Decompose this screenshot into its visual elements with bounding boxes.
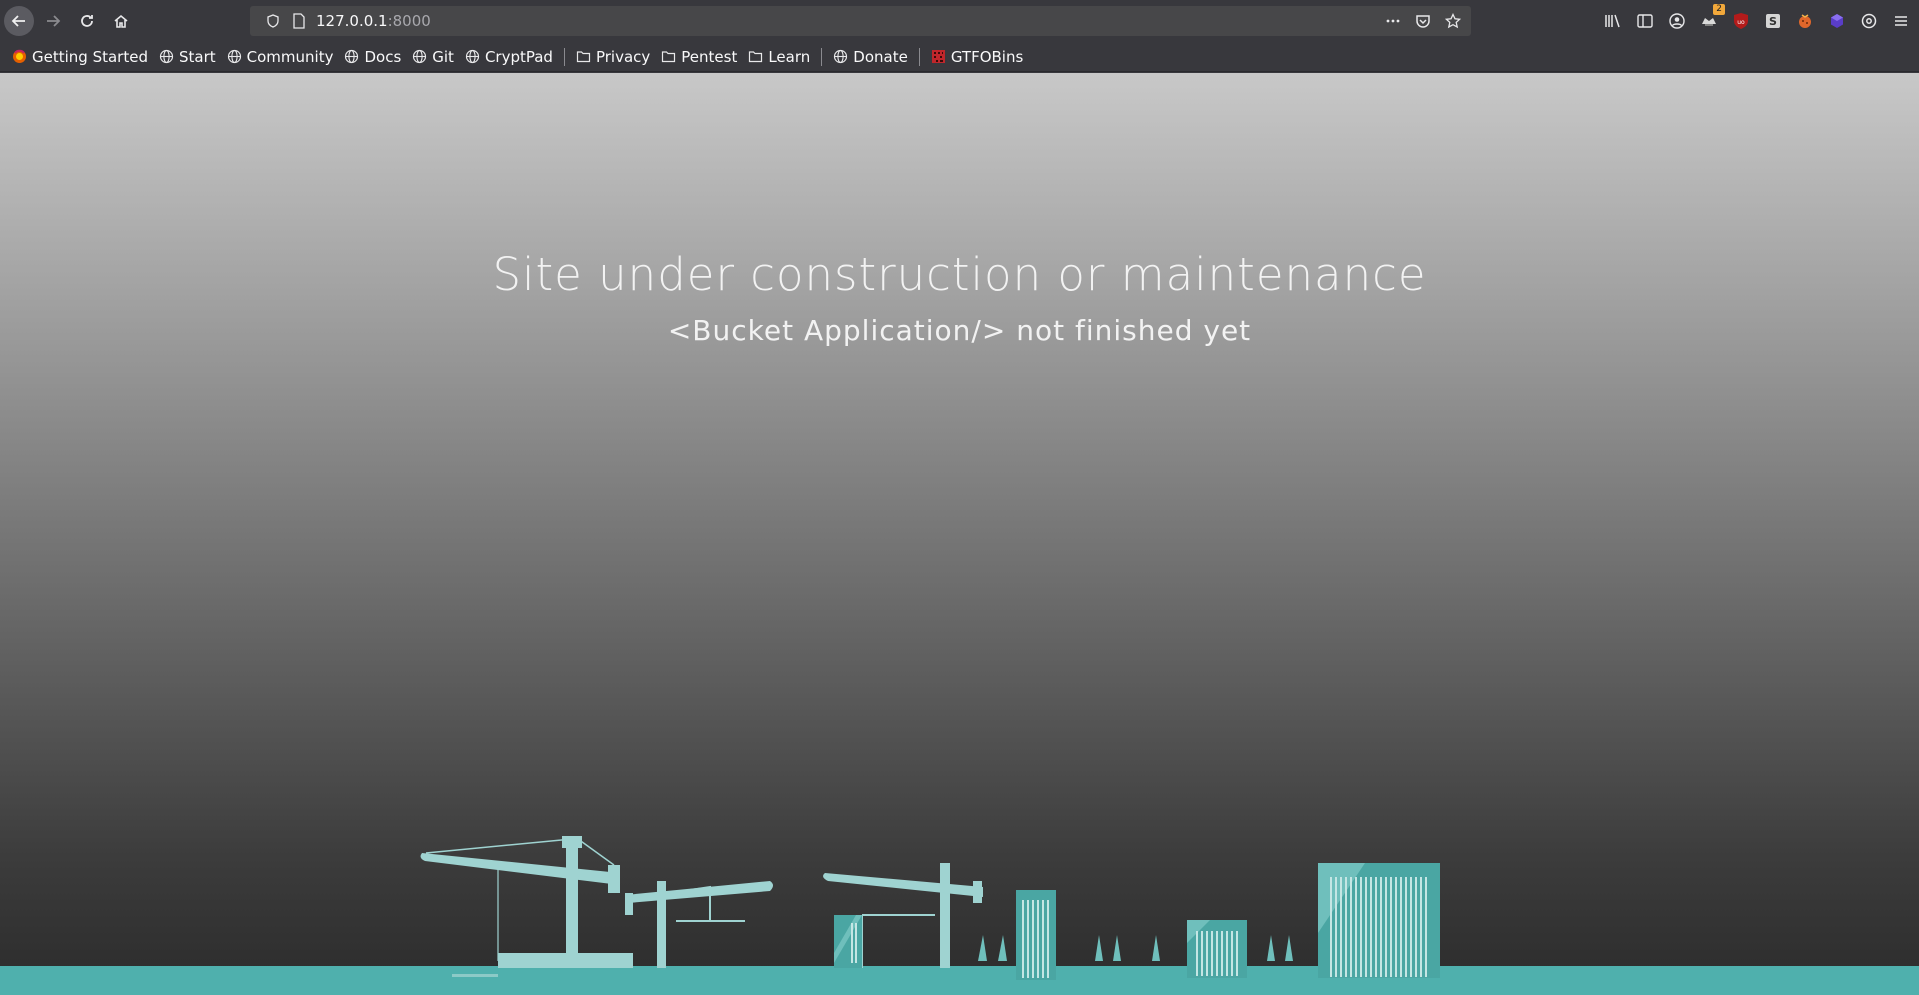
building-medium	[1187, 920, 1247, 978]
page-subtitle: <Bucket Application/> not finished yet	[667, 314, 1252, 347]
bookmark-donate[interactable]: Donate	[833, 48, 908, 66]
hexagon-extension-icon	[1831, 14, 1843, 28]
bookmark-community[interactable]: Community	[227, 47, 334, 66]
crane-2	[625, 881, 773, 968]
pocket-icon[interactable]	[1415, 13, 1431, 29]
bookmark-separator	[821, 47, 823, 66]
url-port: :8000	[387, 12, 431, 30]
bookmark-folder-privacy[interactable]: Privacy	[576, 48, 650, 66]
svg-text:uo: uo	[1737, 19, 1745, 26]
bookmark-label: Docs	[364, 47, 402, 66]
ublock-extension[interactable]: uo	[1731, 11, 1751, 31]
globe-icon	[413, 49, 427, 64]
home-icon	[114, 14, 128, 28]
bookmark-label: Privacy	[595, 47, 651, 66]
extension-badge: 2	[1713, 4, 1725, 15]
bookmark-label: Learn	[768, 47, 811, 66]
arrow-left-icon	[11, 15, 25, 27]
building-tower	[1016, 890, 1056, 980]
page-viewport: Site under construction or maintenance <…	[0, 73, 1919, 995]
bookmark-label: Pentest	[681, 47, 738, 66]
bookmark-label: Getting Started	[32, 47, 148, 66]
bookmark-folder-pentest[interactable]: Pentest	[661, 48, 737, 66]
globe-icon	[834, 49, 848, 64]
globe-icon	[227, 49, 241, 64]
folder-icon	[749, 51, 763, 63]
bookmark-cryptpad[interactable]: CryptPad	[465, 48, 553, 66]
gear-icon	[1861, 13, 1877, 29]
home-button[interactable]	[106, 6, 136, 36]
bookmark-separator	[563, 47, 565, 66]
forward-button[interactable]	[38, 6, 68, 36]
gtfobins-icon	[931, 50, 945, 63]
bookmarks-toolbar: Getting Started Start Community Docs Git…	[0, 42, 1919, 72]
svg-text:S: S	[1769, 15, 1777, 28]
menu-button[interactable]	[1891, 11, 1911, 31]
cookie-extension[interactable]	[1795, 11, 1815, 31]
library-icon	[1605, 14, 1620, 28]
cookie-icon	[1799, 14, 1811, 28]
browser-toolbar: 127.0.0.1:8000 2 uo S	[0, 0, 1919, 42]
purple-extension[interactable]	[1827, 11, 1847, 31]
url-host: 127.0.0.1	[316, 12, 388, 30]
arrow-right-icon	[47, 15, 61, 27]
hamburger-menu-icon	[1895, 16, 1907, 26]
s-extension-icon: S	[1766, 14, 1780, 28]
sidebar-button[interactable]	[1635, 11, 1655, 31]
more-actions-icon[interactable]	[1385, 13, 1401, 29]
bookmark-gtfobins[interactable]: GTFOBins	[931, 48, 1023, 66]
settings-extension[interactable]	[1859, 11, 1879, 31]
foxyproxy-extension[interactable]: 2	[1699, 4, 1725, 31]
bookmark-label: Start	[178, 47, 216, 66]
page-info-icon[interactable]	[292, 13, 306, 29]
bookmark-label: Community	[246, 47, 334, 66]
firefox-icon	[13, 49, 26, 63]
bookmark-star-icon[interactable]	[1445, 13, 1461, 29]
bookmark-start[interactable]: Start	[159, 48, 216, 66]
building-large	[1318, 863, 1440, 978]
folder-icon	[576, 51, 591, 63]
bookmark-getting-started[interactable]: Getting Started	[12, 48, 148, 66]
bookmark-label: Git	[432, 47, 454, 66]
page-title: Site under construction or maintenance	[492, 248, 1427, 301]
globe-icon	[345, 49, 359, 64]
library-button[interactable]	[1603, 11, 1623, 31]
url-bar[interactable]: 127.0.0.1:8000	[250, 6, 1471, 36]
s-extension[interactable]: S	[1763, 11, 1783, 31]
bookmark-folder-learn[interactable]: Learn	[748, 48, 810, 66]
globe-icon	[159, 49, 174, 64]
bookmark-label: CryptPad	[484, 47, 553, 66]
back-button[interactable]	[4, 6, 34, 36]
crane-1	[420, 836, 633, 977]
bookmark-label: Donate	[853, 47, 908, 66]
sidebar-icon	[1637, 14, 1653, 28]
globe-icon	[465, 49, 480, 64]
ground-strip	[0, 966, 1919, 995]
building-small	[834, 915, 862, 968]
ublock-icon: uo	[1734, 13, 1748, 29]
reload-button[interactable]	[72, 6, 102, 36]
folder-icon	[662, 51, 676, 63]
bookmark-label: GTFOBins	[950, 47, 1024, 66]
account-button[interactable]	[1667, 11, 1687, 31]
shield-icon[interactable]	[266, 14, 280, 28]
construction-skyline-illustration	[0, 836, 1919, 995]
bookmark-separator	[918, 47, 920, 66]
bookmark-git[interactable]: Git	[412, 48, 454, 66]
bookmark-docs[interactable]: Docs	[344, 48, 401, 66]
reload-icon	[81, 15, 93, 27]
account-icon	[1669, 13, 1685, 29]
